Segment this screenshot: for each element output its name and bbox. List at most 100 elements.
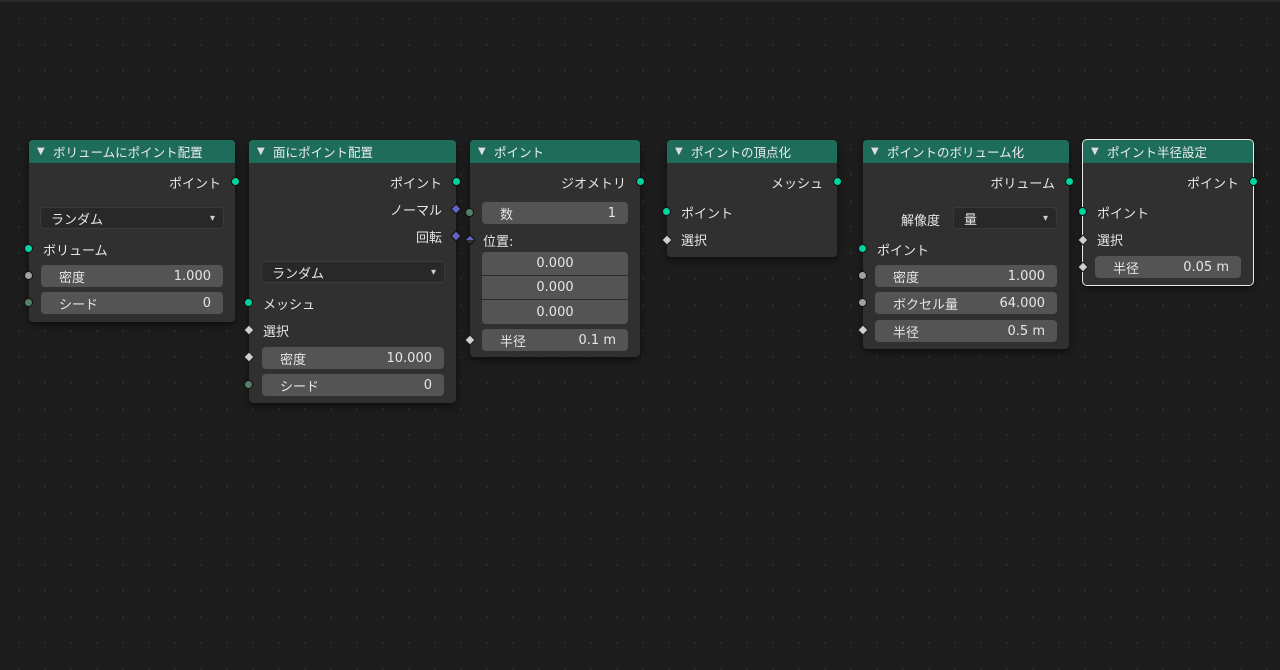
input-geometry-socket[interactable] <box>858 244 867 253</box>
input-label: メッシュ <box>263 297 316 313</box>
voxel-amount-field[interactable]: ボクセル量 64.000 <box>875 292 1057 314</box>
input-label: 選択 <box>263 324 290 340</box>
input-geometry-socket[interactable] <box>244 298 253 307</box>
output-geometry-socket[interactable] <box>1065 177 1074 186</box>
seed-field[interactable]: シード 0 <box>262 374 444 396</box>
input-geometry-socket[interactable] <box>1078 207 1087 216</box>
field-label: シード <box>59 297 99 313</box>
node-title: ポイント半径設定 <box>1107 145 1208 160</box>
density-field[interactable]: 密度 10.000 <box>262 347 444 369</box>
node-header[interactable]: ▼ ポイント半径設定 <box>1083 140 1253 163</box>
mode-dropdown[interactable]: ランダム ▾ <box>40 207 224 229</box>
input-mesh-row: メッシュ <box>249 290 456 316</box>
field-label: 数 <box>500 207 514 223</box>
chevron-down-icon[interactable]: ▼ <box>675 146 689 157</box>
node-header[interactable]: ▼ ポイント <box>470 140 640 163</box>
node-points-to-volume[interactable]: ▼ ポイントのボリューム化 ボリューム 解像度 量 ▾ ポイント 密度 1.00… <box>857 140 1074 349</box>
position-label: 位置: <box>483 235 514 250</box>
output-geometry-socket[interactable] <box>452 177 461 186</box>
count-field[interactable]: 数 1 <box>482 202 628 224</box>
resolution-dropdown[interactable]: 量 ▾ <box>953 207 1057 229</box>
mode-dropdown[interactable]: ランダム ▾ <box>261 261 445 283</box>
radius-field[interactable]: 半径 0.5 m <box>875 320 1057 342</box>
dropdown-value: 量 <box>964 212 978 228</box>
input-float-field-socket[interactable] <box>857 324 869 336</box>
chevron-down-icon[interactable]: ▼ <box>257 146 271 157</box>
node-points[interactable]: ▼ ポイント ジオメトリ 数 1 位置: 0.000 0.000 0.000 半… <box>464 140 645 357</box>
radius-field[interactable]: 半径 0.05 m <box>1095 256 1241 278</box>
output-geometry-socket[interactable] <box>1249 177 1258 186</box>
resolution-label: 解像度 <box>901 214 941 229</box>
output-label: メッシュ <box>770 176 823 192</box>
chevron-down-icon[interactable]: ▼ <box>871 146 885 157</box>
position-z-field[interactable]: 0.000 <box>482 300 628 324</box>
field-label: 密度 <box>893 270 920 286</box>
dropdown-value: ランダム <box>272 266 325 282</box>
input-int-socket[interactable] <box>465 208 474 217</box>
node-distribute-points-in-volume[interactable]: ▼ ボリュームにポイント配置 ポイント ランダム ▾ ボリューム 密度 1.00… <box>24 140 240 322</box>
output-geometry-socket[interactable] <box>833 177 842 186</box>
position-x-field[interactable]: 0.000 <box>482 252 628 276</box>
output-normal-row: ノーマル <box>249 196 456 222</box>
field-value: 0.000 <box>536 256 574 271</box>
input-points-row: ポイント <box>667 199 837 225</box>
field-value: 0 <box>202 295 211 311</box>
input-int-socket[interactable] <box>24 298 33 307</box>
output-geometry-row: ジオメトリ <box>470 169 640 195</box>
output-rotation-row: 回転 <box>249 223 456 249</box>
node-distribute-points-on-faces[interactable]: ▼ 面にポイント配置 ポイント ノーマル 回転 ランダム ▾ メッシュ 選択 密… <box>243 140 462 403</box>
radius-field[interactable]: 半径 0.1 m <box>482 329 628 351</box>
chevron-down-icon[interactable]: ▼ <box>478 146 492 157</box>
node-title: ポイントの頂点化 <box>691 145 792 160</box>
input-label: ポイント <box>877 243 930 259</box>
output-label: ポイント <box>1186 176 1239 192</box>
input-float-socket[interactable] <box>858 298 867 307</box>
chevron-down-icon: ▾ <box>209 212 215 224</box>
output-label: 回転 <box>415 230 442 246</box>
input-label: ボリューム <box>43 243 108 259</box>
input-float-field-socket[interactable] <box>464 334 476 346</box>
output-geometry-socket[interactable] <box>231 177 240 186</box>
input-float-field-socket[interactable] <box>1077 261 1089 273</box>
input-float-socket[interactable] <box>24 271 33 280</box>
node-title: 面にポイント配置 <box>273 145 374 160</box>
position-y-field[interactable]: 0.000 <box>482 276 628 300</box>
input-selection-row: 選択 <box>249 317 456 343</box>
node-header[interactable]: ▼ ポイントの頂点化 <box>667 140 837 163</box>
chevron-down-icon[interactable]: ▼ <box>1091 146 1105 157</box>
density-field[interactable]: 密度 1.000 <box>875 265 1057 287</box>
output-label: ポイント <box>389 176 442 192</box>
input-geometry-socket[interactable] <box>662 207 671 216</box>
chevron-down-icon[interactable]: ▼ <box>37 146 51 157</box>
node-header[interactable]: ▼ ボリュームにポイント配置 <box>29 140 235 163</box>
seed-field[interactable]: シード 0 <box>41 292 223 314</box>
node-header[interactable]: ▼ ポイントのボリューム化 <box>863 140 1069 163</box>
density-field[interactable]: 密度 1.000 <box>41 265 223 287</box>
output-points-row: ポイント <box>29 169 235 195</box>
input-int-socket[interactable] <box>244 380 253 389</box>
output-label: ポイント <box>168 176 221 192</box>
input-label: ポイント <box>681 206 734 222</box>
input-vector-socket[interactable] <box>464 234 476 246</box>
field-label: 密度 <box>59 270 86 286</box>
output-volume-row: ボリューム <box>863 169 1069 195</box>
input-selection-row: 選択 <box>667 226 837 252</box>
node-set-point-radius[interactable]: ▼ ポイント半径設定 ポイント ポイント 選択 半径 0.05 m <box>1077 139 1258 286</box>
field-value: 1.000 <box>173 268 211 284</box>
field-value: 0.05 m <box>1183 259 1229 275</box>
input-float-socket[interactable] <box>858 271 867 280</box>
field-label: 半径 <box>893 325 920 341</box>
field-value: 0.000 <box>536 304 574 320</box>
output-points-row: ポイント <box>249 169 456 195</box>
input-geometry-socket[interactable] <box>24 244 33 253</box>
output-label: ジオメトリ <box>560 176 626 192</box>
output-geometry-socket[interactable] <box>636 177 645 186</box>
node-header[interactable]: ▼ 面にポイント配置 <box>249 140 456 163</box>
field-label: ボクセル量 <box>893 297 959 313</box>
chevron-down-icon: ▾ <box>1042 212 1048 224</box>
input-float-field-socket[interactable] <box>243 351 255 363</box>
field-value: 10.000 <box>386 350 433 366</box>
node-points-to-vertices[interactable]: ▼ ポイントの頂点化 メッシュ ポイント 選択 <box>661 140 842 257</box>
input-label: 選択 <box>681 233 708 249</box>
node-title: ボリュームにポイント配置 <box>53 145 203 160</box>
